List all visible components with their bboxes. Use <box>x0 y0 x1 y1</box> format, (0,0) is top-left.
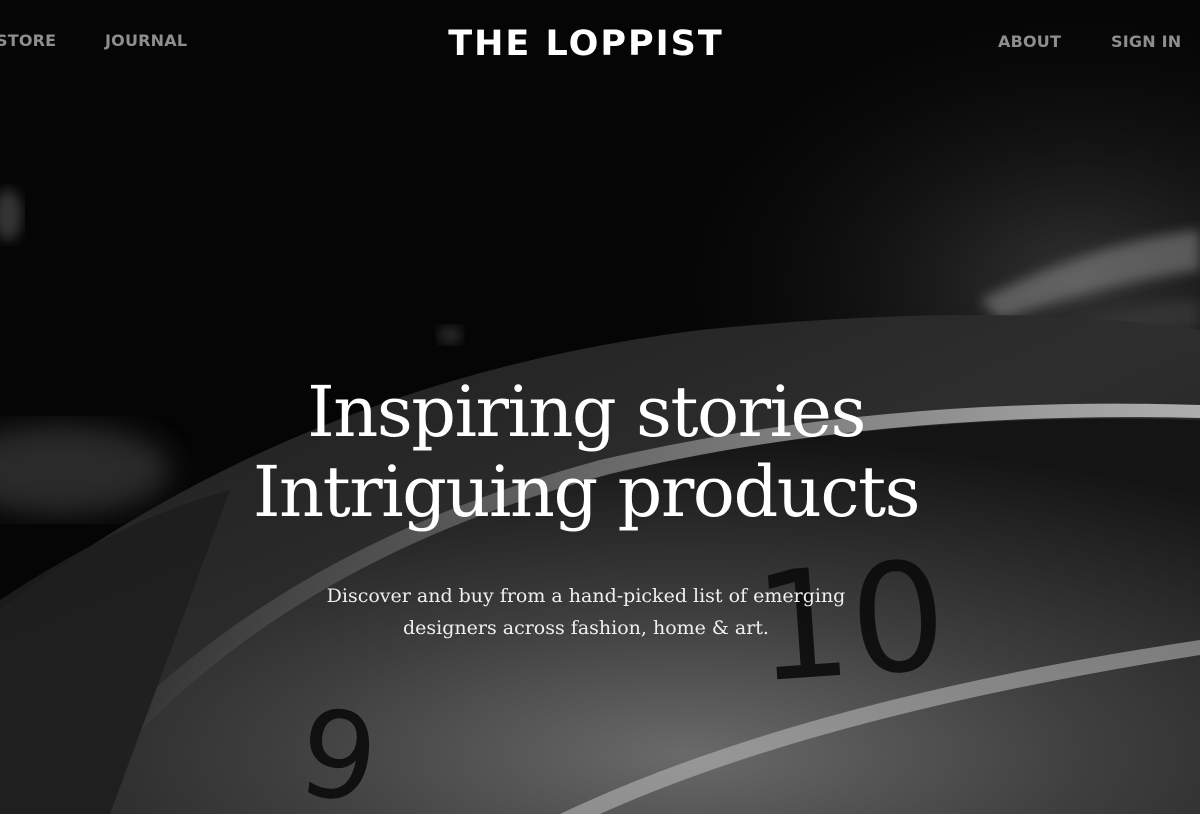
hero-subtext-line-2: designers across fashion, home & art. <box>403 617 769 639</box>
site-logo[interactable]: THE LOPPIST <box>0 24 1172 64</box>
nav-link-about[interactable]: ABOUT <box>998 32 1061 51</box>
hero-section: Inspiring stories Intriguing products Di… <box>0 372 1172 644</box>
landing-page: 10 9 STORE JOURNAL THE LOPPIST ABOUT SIG… <box>0 0 1200 814</box>
hero-subtext: Discover and buy from a hand-picked list… <box>306 580 866 644</box>
watch-numeral-9: 9 <box>290 683 386 814</box>
hero-headline-line-2: Intriguing products <box>252 451 921 533</box>
hero-headline-line-1: Inspiring stories <box>307 371 866 453</box>
top-navigation: STORE JOURNAL THE LOPPIST ABOUT SIGN IN <box>0 0 1200 82</box>
nav-link-sign-in[interactable]: SIGN IN <box>1111 32 1181 51</box>
hero-subtext-line-1: Discover and buy from a hand-picked list… <box>326 585 846 607</box>
hero-headline: Inspiring stories Intriguing products <box>0 372 1172 532</box>
